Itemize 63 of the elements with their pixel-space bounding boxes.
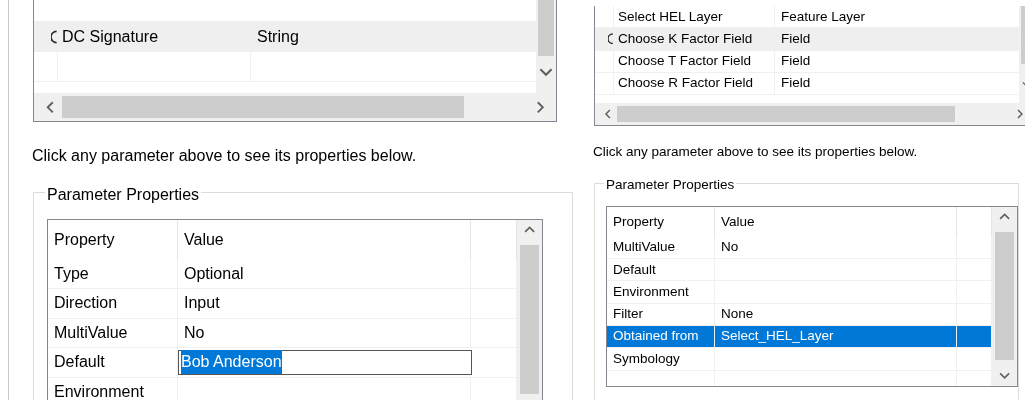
table-cell: Input [178,289,471,318]
table-row[interactable]: Filter None [607,303,992,326]
table-cell: DC Signature [58,22,251,51]
scrollbar-thumb[interactable] [538,0,554,56]
table-cell: None [715,303,957,325]
table-row[interactable]: Direction Input [48,289,517,319]
table-cell: MultiValue [607,236,715,259]
table-cell: Direction [48,289,178,318]
instruction-text: Click any parameter above to see its properties below. [593,143,919,161]
table-row[interactable]: Environment [607,281,992,304]
table-cell: Select HEL Layer [614,6,775,28]
scrollbar[interactable] [34,93,556,121]
scrollbar-thumb[interactable] [62,96,464,118]
column-header[interactable]: Property [607,206,715,237]
table-cell: Choose T Factor Field [614,50,775,72]
table-cell-text: Field [780,29,812,48]
table-cell: Default [48,348,178,377]
table-cell: Filter [607,303,715,325]
table-row[interactable]: Symbology [607,348,992,371]
scrollbar[interactable] [536,0,556,93]
column-header[interactable]: Value [178,219,471,260]
table-cell-text: Field [780,74,812,93]
scrollbar[interactable] [517,219,542,400]
table-cell: Choose R Factor Field [614,72,775,95]
scroll-up-icon[interactable] [523,223,536,235]
scrollbar-thumb[interactable] [520,244,539,394]
scroll-right-icon[interactable] [1015,109,1025,119]
table-cell: Environment [607,281,715,303]
table-row[interactable]: Type Optional [48,259,517,290]
scroll-down-icon[interactable] [998,370,1011,382]
table-cell-text: Feature Layer [780,7,867,26]
scrollbar[interactable] [595,103,1025,125]
table-cell: Optional [178,259,471,289]
table-row[interactable]: Default Bob Anderson [48,348,517,378]
table-row[interactable]: Obtained from Select_HEL_Layer [607,325,992,349]
table-cell-text: Field [780,52,812,71]
column-header[interactable]: Property [48,219,178,260]
table-row[interactable]: DC Signature String [34,22,536,52]
table-row[interactable]: MultiValue No [48,318,517,349]
table-cell: Environment [48,377,178,400]
table-cell: Select_HEL_Layer [715,325,957,348]
table-cell: Obtained from [607,325,715,348]
table-cell: Type [48,259,178,289]
table-cell: MultiValue [48,318,178,348]
table-row[interactable]: Choose R Factor Field Field [595,72,1019,96]
instruction-text: Click any parameter above to see its properties below. [32,146,418,166]
scroll-up-icon[interactable] [998,210,1011,222]
table-cell: Symbology [607,348,715,370]
scrollbar-thumb[interactable] [616,106,956,122]
table-row[interactable]: Choose K Factor Field Field [595,28,1019,51]
table-cell: No [715,236,957,259]
table-cell: Default [607,259,715,281]
table-cell: No [178,318,471,348]
column-header[interactable]: Value [715,206,957,237]
table-row[interactable]: Default [607,259,992,282]
table-row[interactable]: Choose T Factor Field Field [595,50,1019,73]
table-cell: Choose K Factor Field [614,28,775,50]
scrollbar[interactable] [992,206,1017,386]
scrollbar-thumb[interactable] [995,232,1014,361]
scroll-left-icon[interactable] [602,109,613,119]
table-row[interactable]: MultiValue No [607,236,992,260]
table-cell-text: String [256,26,300,47]
text-field[interactable]: Bob Anderson [178,350,472,375]
